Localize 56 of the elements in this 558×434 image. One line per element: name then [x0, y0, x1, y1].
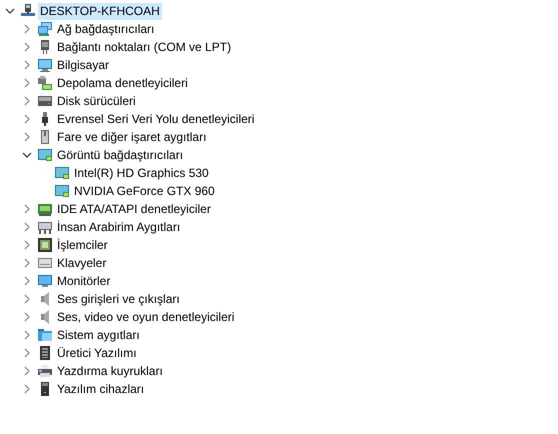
expand-chevron-icon[interactable] — [22, 330, 32, 340]
tree-item[interactable]: İşlemciler — [55, 236, 110, 254]
expand-chevron-icon[interactable] — [22, 348, 32, 358]
expand-chevron-icon[interactable] — [22, 366, 32, 376]
computer-network-icon — [20, 3, 36, 19]
display-adapter-icon — [54, 165, 70, 181]
network-icon — [37, 21, 53, 37]
tree-item[interactable]: Klavyeler — [55, 254, 108, 272]
tree-item[interactable]: NVIDIA GeForce GTX 960 — [72, 182, 217, 200]
drive-icon — [37, 93, 53, 109]
tree-item[interactable]: Ses, video ve oyun denetleyicileri — [55, 308, 236, 326]
expand-chevron-icon[interactable] — [22, 42, 32, 52]
expand-chevron-icon[interactable] — [22, 294, 32, 304]
monitor-icon — [37, 273, 53, 289]
monitor-icon — [37, 57, 53, 73]
collapse-chevron-icon[interactable] — [22, 150, 32, 160]
storage-icon — [37, 75, 53, 91]
expand-chevron-icon[interactable] — [22, 276, 32, 286]
controller-icon — [37, 201, 53, 217]
printer-icon — [37, 363, 53, 379]
tree-item[interactable]: İnsan Arabirim Aygıtları — [55, 218, 182, 236]
tree-item[interactable]: Üretici Yazılımı — [55, 344, 139, 362]
tree-item[interactable]: Intel(R) HD Graphics 530 — [72, 164, 211, 182]
expand-chevron-icon[interactable] — [22, 24, 32, 34]
tree-item[interactable]: IDE ATA/ATAPI denetleyiciler — [55, 200, 213, 218]
display-adapter-icon — [54, 183, 70, 199]
tree-item[interactable]: Ağ bağdaştırıcıları — [55, 20, 156, 38]
tree-item[interactable]: Görüntü bağdaştırıcıları — [55, 146, 186, 164]
tree-item[interactable]: Bilgisayar — [55, 56, 112, 74]
tree-item[interactable]: Monitörler — [55, 272, 112, 290]
folder-icon — [37, 327, 53, 343]
expand-chevron-icon[interactable] — [22, 312, 32, 322]
chip-icon — [37, 237, 53, 253]
tree-item[interactable]: Sistem aygıtları — [55, 326, 142, 344]
expand-chevron-icon[interactable] — [22, 96, 32, 106]
expand-chevron-icon[interactable] — [22, 240, 32, 250]
expand-chevron-icon[interactable] — [22, 60, 32, 70]
tree-item[interactable]: Yazdırma kuyrukları — [55, 362, 165, 380]
expand-chevron-icon[interactable] — [22, 204, 32, 214]
expand-chevron-icon[interactable] — [22, 258, 32, 268]
expand-chevron-icon[interactable] — [22, 114, 32, 124]
tree-item[interactable]: Evrensel Seri Veri Yolu denetleyicileri — [55, 110, 256, 128]
expand-chevron-icon[interactable] — [22, 132, 32, 142]
tree-item[interactable]: Fare ve diğer işaret aygıtları — [55, 128, 208, 146]
tree-item[interactable]: Yazılım cihazları — [55, 380, 146, 398]
tree-item[interactable]: Disk sürücüleri — [55, 92, 138, 110]
tree-item[interactable]: Ses girişleri ve çıkışları — [55, 290, 182, 308]
expand-chevron-icon[interactable] — [22, 222, 32, 232]
collapse-chevron-icon[interactable] — [5, 6, 15, 16]
expand-chevron-icon[interactable] — [22, 384, 32, 394]
display-adapter-icon — [37, 147, 53, 163]
keyboard-icon — [37, 255, 53, 271]
tree-item[interactable]: DESKTOP-KFHCOAH — [38, 2, 162, 20]
tree-item[interactable]: Depolama denetleyicileri — [55, 74, 190, 92]
expand-chevron-icon[interactable] — [22, 78, 32, 88]
tree-item[interactable]: Bağlantı noktaları (COM ve LPT) — [55, 38, 234, 56]
